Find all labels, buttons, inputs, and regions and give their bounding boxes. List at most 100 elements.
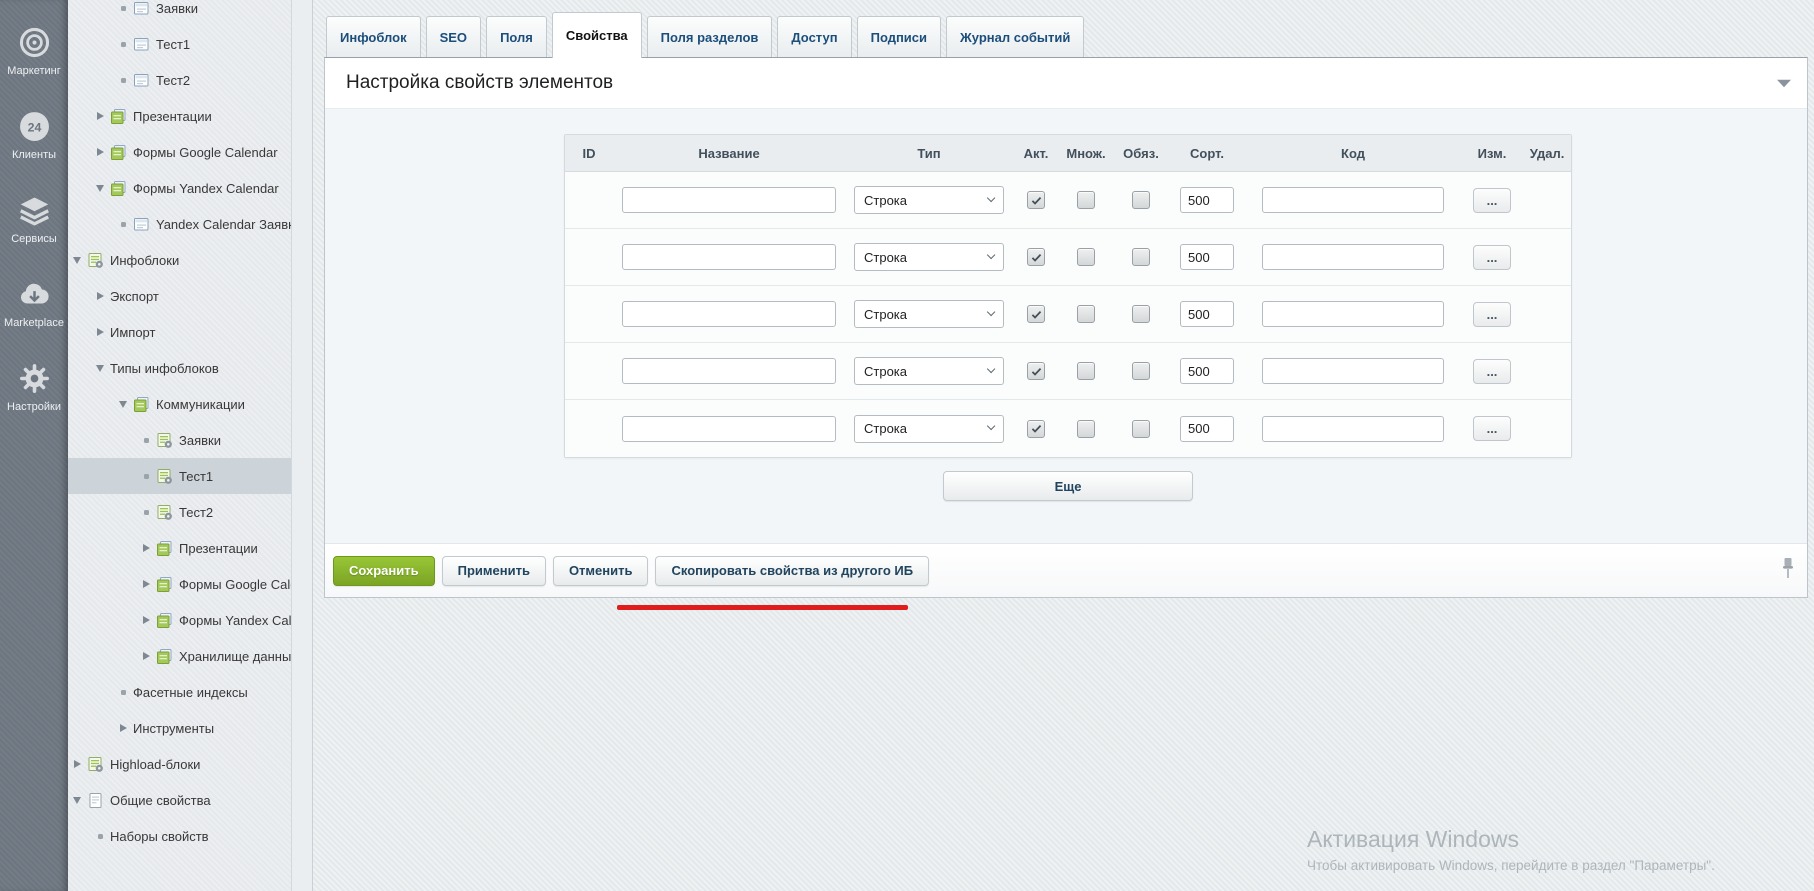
sidebar-item-marketplace[interactable]: Marketplace	[0, 278, 68, 329]
property-type-select[interactable]: Строка	[854, 243, 1004, 271]
property-type-select[interactable]: Строка	[854, 300, 1004, 328]
tree-item-1[interactable]: Тест1	[68, 26, 291, 62]
tree-item-5[interactable]: Формы Yandex Calendar	[68, 170, 291, 206]
tab-0[interactable]: Инфоблок	[326, 16, 421, 57]
tree-item-15[interactable]: Презентации	[68, 530, 291, 566]
tree-scrollbar-gutter[interactable]	[292, 0, 313, 891]
collapse-arrow-icon[interactable]	[95, 365, 105, 372]
multiple-checkbox[interactable]	[1077, 191, 1095, 209]
expand-arrow-icon[interactable]	[72, 760, 82, 768]
multiple-checkbox[interactable]	[1077, 305, 1095, 323]
property-type-select[interactable]: Строка	[854, 357, 1004, 385]
tree-item-10[interactable]: Типы инфоблоков	[68, 350, 291, 386]
sort-input[interactable]	[1180, 244, 1234, 270]
active-checkbox[interactable]	[1027, 191, 1045, 209]
multiple-checkbox[interactable]	[1077, 248, 1095, 266]
property-name-input[interactable]	[622, 187, 836, 213]
multiple-checkbox[interactable]	[1077, 362, 1095, 380]
apply-button[interactable]: Применить	[442, 556, 546, 586]
tree-item-8[interactable]: Экспорт	[68, 278, 291, 314]
expand-arrow-icon[interactable]	[118, 724, 128, 732]
edit-button[interactable]: ...	[1473, 416, 1511, 441]
expand-arrow-icon[interactable]	[95, 328, 105, 336]
required-checkbox[interactable]	[1132, 248, 1150, 266]
tree-item-23[interactable]: Наборы свойств	[68, 818, 291, 854]
expand-arrow-icon[interactable]	[95, 148, 105, 156]
required-checkbox[interactable]	[1132, 191, 1150, 209]
sidebar-item-services[interactable]: Сервисы	[0, 194, 68, 245]
cancel-button[interactable]: Отменить	[553, 556, 649, 586]
tree-item-4[interactable]: Формы Google Calendar	[68, 134, 291, 170]
tree-item-18[interactable]: Хранилище данных	[68, 638, 291, 674]
sort-input[interactable]	[1180, 187, 1234, 213]
expand-arrow-icon[interactable]	[95, 292, 105, 300]
code-input[interactable]	[1262, 358, 1444, 384]
tree-item-20[interactable]: Инструменты	[68, 710, 291, 746]
active-checkbox[interactable]	[1027, 362, 1045, 380]
copy-properties-button[interactable]: Скопировать свойства из другого ИБ	[655, 556, 929, 586]
collapse-arrow-icon[interactable]	[72, 797, 82, 804]
tab-1[interactable]: SEO	[426, 16, 481, 57]
tree-item-21[interactable]: Highload-блоки	[68, 746, 291, 782]
tree-item-0[interactable]: Заявки	[68, 0, 291, 26]
sort-input[interactable]	[1180, 358, 1234, 384]
tree-item-14[interactable]: Тест2	[68, 494, 291, 530]
code-input[interactable]	[1262, 187, 1444, 213]
pin-icon[interactable]	[1780, 557, 1796, 585]
tab-7[interactable]: Журнал событий	[946, 16, 1084, 57]
tree-item-16[interactable]: Формы Google Calendar	[68, 566, 291, 602]
code-input[interactable]	[1262, 301, 1444, 327]
edit-button[interactable]: ...	[1473, 245, 1511, 270]
tree-item-7[interactable]: Инфоблоки	[68, 242, 291, 278]
sidebar-item-clients[interactable]: Клиенты	[0, 110, 68, 161]
edit-button[interactable]: ...	[1473, 359, 1511, 384]
property-name-input[interactable]	[622, 244, 836, 270]
code-input[interactable]	[1262, 416, 1444, 442]
expand-arrow-icon[interactable]	[141, 652, 151, 660]
tab-2[interactable]: Поля	[486, 16, 547, 57]
tree-item-17[interactable]: Формы Yandex Calendar	[68, 602, 291, 638]
sidebar-item-settings[interactable]: Настройки	[0, 362, 68, 413]
tab-3[interactable]: Свойства	[552, 12, 642, 58]
expand-arrow-icon[interactable]	[95, 112, 105, 120]
save-button[interactable]: Сохранить	[333, 556, 435, 586]
sort-input[interactable]	[1180, 301, 1234, 327]
tree-item-2[interactable]: Тест2	[68, 62, 291, 98]
required-checkbox[interactable]	[1132, 362, 1150, 380]
expand-arrow-icon[interactable]	[141, 616, 151, 624]
tree-item-22[interactable]: Общие свойства	[68, 782, 291, 818]
tree-item-11[interactable]: Коммуникации	[68, 386, 291, 422]
sidebar-item-marketing[interactable]: Маркетинг	[0, 26, 68, 77]
property-name-input[interactable]	[622, 301, 836, 327]
tab-6[interactable]: Подписи	[857, 16, 941, 57]
collapse-form-icon[interactable]	[1777, 79, 1791, 88]
code-input[interactable]	[1262, 244, 1444, 270]
multiple-checkbox[interactable]	[1077, 420, 1095, 438]
tab-4[interactable]: Поля разделов	[647, 16, 773, 57]
property-type-select[interactable]: Строка	[854, 186, 1004, 214]
tree-item-13[interactable]: Тест1	[68, 458, 291, 494]
property-name-input[interactable]	[622, 416, 836, 442]
required-checkbox[interactable]	[1132, 420, 1150, 438]
tree-item-12[interactable]: Заявки	[68, 422, 291, 458]
more-rows-button[interactable]: Еще	[943, 471, 1193, 501]
tree-item-19[interactable]: Фасетные индексы	[68, 674, 291, 710]
collapse-arrow-icon[interactable]	[118, 401, 128, 408]
active-checkbox[interactable]	[1027, 248, 1045, 266]
active-checkbox[interactable]	[1027, 420, 1045, 438]
required-checkbox[interactable]	[1132, 305, 1150, 323]
edit-button[interactable]: ...	[1473, 302, 1511, 327]
tree-item-3[interactable]: Презентации	[68, 98, 291, 134]
active-checkbox[interactable]	[1027, 305, 1045, 323]
edit-button[interactable]: ...	[1473, 188, 1511, 213]
expand-arrow-icon[interactable]	[141, 580, 151, 588]
collapse-arrow-icon[interactable]	[72, 257, 82, 264]
property-type-select[interactable]: Строка	[854, 415, 1004, 443]
collapse-arrow-icon[interactable]	[95, 185, 105, 192]
tab-5[interactable]: Доступ	[777, 16, 851, 57]
sort-input[interactable]	[1180, 416, 1234, 442]
tree-item-9[interactable]: Импорт	[68, 314, 291, 350]
expand-arrow-icon[interactable]	[141, 544, 151, 552]
tree-item-6[interactable]: Yandex Calendar Заявки	[68, 206, 291, 242]
property-name-input[interactable]	[622, 358, 836, 384]
